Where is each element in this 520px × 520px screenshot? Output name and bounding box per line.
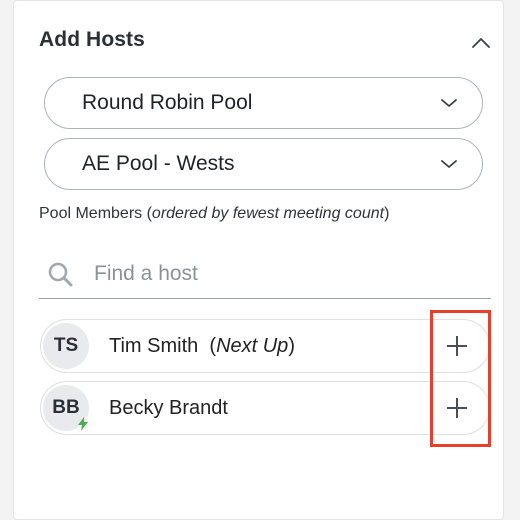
add-host-button[interactable]	[437, 388, 477, 428]
pool-select[interactable]: AE Pool - Wests	[44, 138, 483, 190]
host-name-text: Tim Smith	[109, 334, 199, 357]
host-name: Becky Brandt	[109, 397, 437, 420]
host-note-close: )	[288, 334, 295, 357]
host-name-text: Becky Brandt	[109, 396, 228, 419]
pool-members-label: Pool Members (ordered by fewest meeting …	[39, 205, 389, 223]
pool-value: AE Pool - Wests	[82, 152, 235, 175]
host-search	[39, 249, 491, 299]
avatar-initials: BB	[52, 397, 80, 418]
pool-members-label-text: Pool Members (	[39, 205, 152, 222]
panel-title: Add Hosts	[39, 28, 145, 51]
plus-icon	[447, 398, 467, 418]
chevron-down-icon	[438, 92, 460, 114]
chevron-down-icon	[438, 153, 460, 175]
search-icon	[47, 260, 75, 288]
search-input[interactable]	[92, 260, 456, 287]
pool-type-value: Round Robin Pool	[82, 91, 253, 114]
host-name: Tim Smith (Next Up)	[109, 335, 437, 358]
avatar: TS	[43, 323, 89, 369]
pool-members-sort-note: ordered by fewest meeting count	[151, 205, 385, 222]
next-up-label: Next Up	[216, 334, 289, 357]
lightning-bolt-icon	[78, 417, 88, 431]
add-hosts-panel: Add Hosts Round Robin Pool AE Pool - Wes…	[13, 0, 504, 520]
avatar-initials: TS	[53, 335, 79, 356]
pool-members-label-close: )	[384, 205, 390, 222]
plus-icon	[447, 336, 467, 356]
host-row: BB Becky Brandt	[40, 381, 490, 435]
host-row: TS Tim Smith (Next Up)	[40, 319, 490, 373]
add-host-button[interactable]	[437, 326, 477, 366]
avatar: BB	[43, 385, 89, 431]
chevron-up-icon	[472, 38, 490, 48]
collapse-button[interactable]	[467, 29, 495, 57]
pool-type-select[interactable]: Round Robin Pool	[44, 77, 483, 129]
